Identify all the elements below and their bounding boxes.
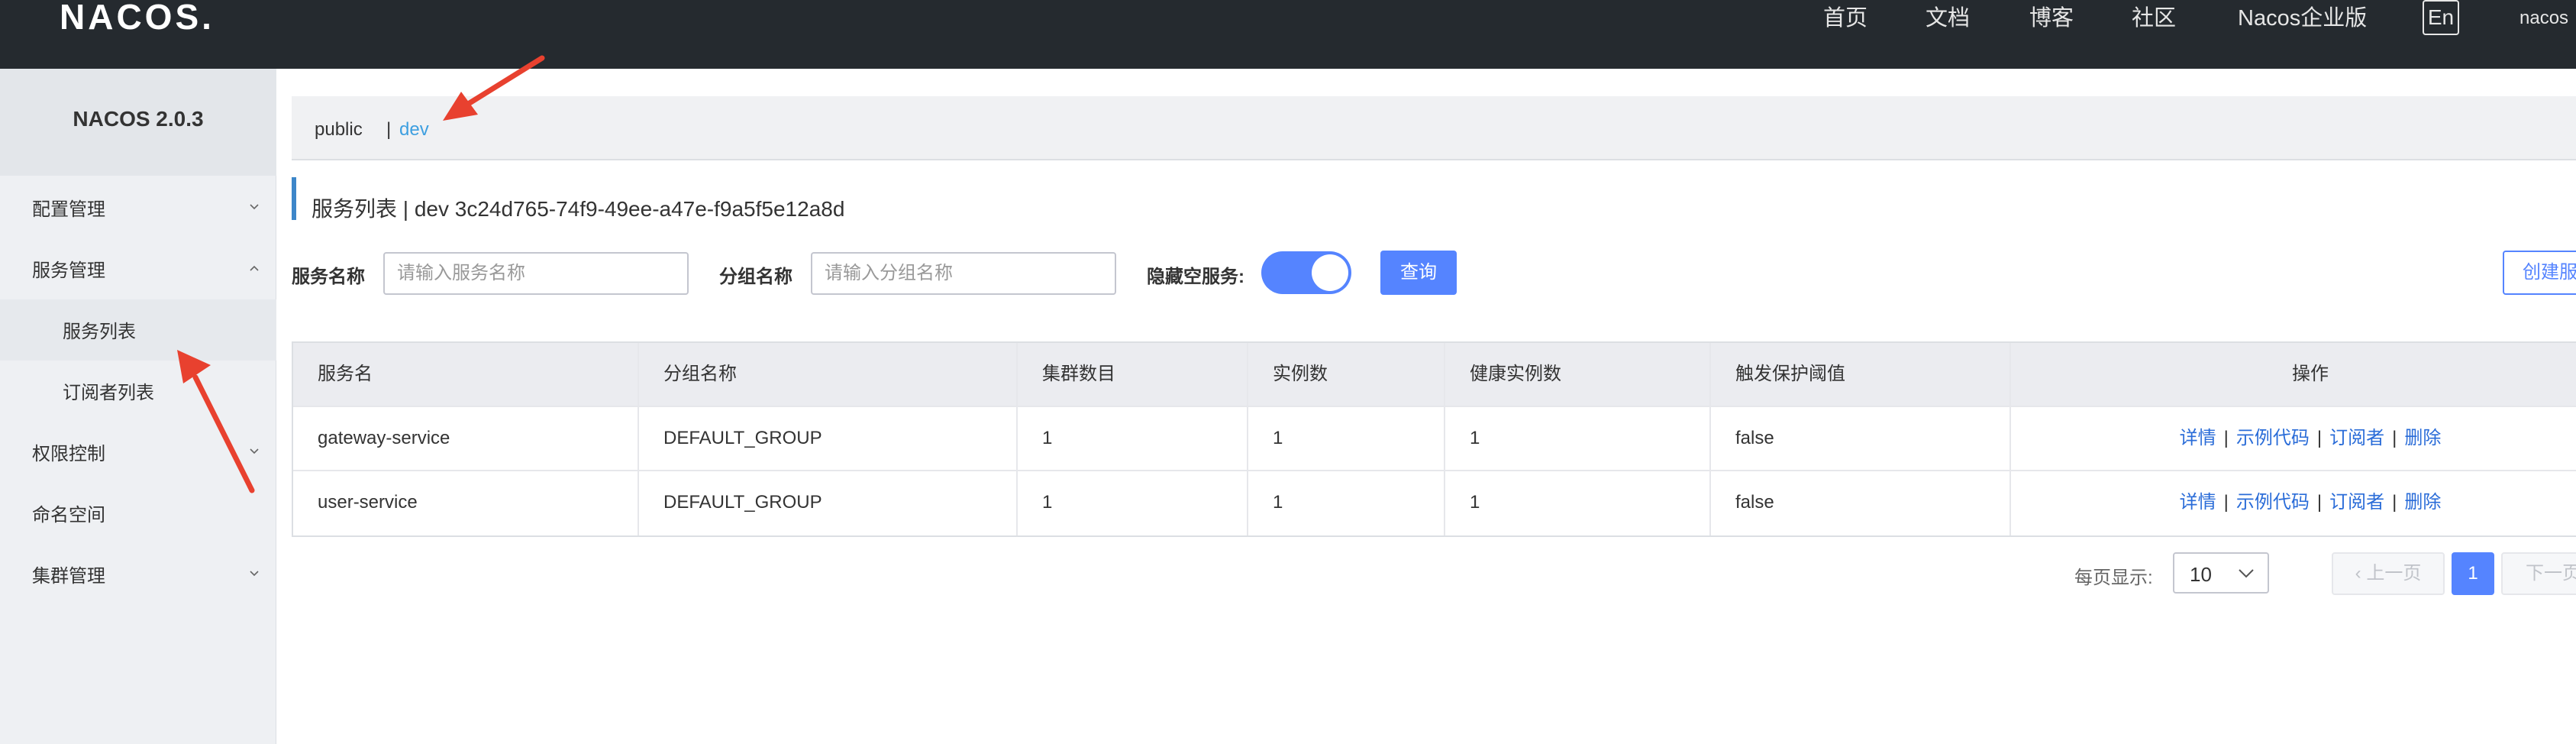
chevron-down-icon	[249, 446, 260, 457]
op-separator: |	[2316, 428, 2323, 448]
per-page-value: 10	[2190, 563, 2212, 586]
subscriber-link[interactable]: 订阅者	[2329, 492, 2384, 513]
top-navbar: NACOS. 首页 文档 博客 社区 Nacos企业版 En nacos	[0, 0, 2576, 69]
cell-service-name: user-service	[293, 471, 639, 535]
sidebar-item-subscriber-list[interactable]: 订阅者列表	[0, 361, 276, 422]
language-switch-button[interactable]: En	[2423, 0, 2459, 35]
group-name-input[interactable]	[811, 252, 1116, 295]
namespace-dev-link[interactable]: dev	[399, 119, 429, 141]
cell-operations: 详情 | 示例代码 | 订阅者 | 删除	[2011, 407, 2576, 470]
sidebar-item-label: 配置管理	[32, 199, 105, 220]
chevron-down-icon	[249, 202, 260, 212]
sidebar: NACOS 2.0.3 配置管理 服务管理 服务列表 订阅者列表 权限控制 命名…	[0, 69, 276, 744]
table-row: gateway-service DEFAULT_GROUP 1 1 1 fals…	[293, 407, 2576, 471]
namespace-separator: |	[386, 119, 392, 140]
cell-cluster-count: 1	[1018, 471, 1248, 535]
cell-group-name: DEFAULT_GROUP	[639, 471, 1018, 535]
page-title-bar: 服务列表 | dev 3c24d765-74f9-49ee-a47e-f9a5f…	[292, 177, 1361, 221]
sidebar-item-access-control[interactable]: 权限控制	[0, 422, 276, 483]
nav-community[interactable]: 社区	[2132, 3, 2176, 34]
group-name-label: 分组名称	[719, 267, 792, 287]
header-operations-cell: 操作	[2011, 343, 2576, 406]
nav-enterprise[interactable]: Nacos企业版	[2238, 3, 2367, 34]
nav-home[interactable]: 首页	[1823, 3, 1867, 34]
page-title: 服务列表 | dev 3c24d765-74f9-49ee-a47e-f9a5f…	[312, 197, 845, 221]
per-page-select[interactable]: 10	[2173, 552, 2269, 594]
chevron-up-icon	[249, 263, 260, 273]
header-instance-count: 实例数	[1248, 343, 1445, 406]
prev-page-button[interactable]: ‹ 上一页	[2332, 552, 2445, 595]
op-separator: |	[2392, 428, 2397, 448]
query-button[interactable]: 查询	[1380, 251, 1457, 295]
product-version: NACOS 2.0.3	[73, 107, 204, 131]
header-operations: 操作	[2292, 364, 2329, 384]
toggle-knob	[1312, 254, 1348, 291]
cell-instance-count: 1	[1248, 471, 1445, 535]
table-row: user-service DEFAULT_GROUP 1 1 1 false 详…	[293, 471, 2576, 535]
sidebar-item-config-management[interactable]: 配置管理	[0, 177, 276, 238]
sample-code-link[interactable]: 示例代码	[2236, 492, 2310, 513]
nacos-logo[interactable]: NACOS.	[60, 0, 215, 34]
detail-link[interactable]: 详情	[2180, 428, 2216, 448]
prev-page-label: 上一页	[2366, 563, 2422, 584]
sidebar-item-label: 集群管理	[32, 566, 105, 587]
chevron-left-icon: ‹	[2355, 563, 2367, 584]
hide-empty-services-toggle[interactable]	[1261, 251, 1351, 294]
page-number-1[interactable]: 1	[2452, 552, 2494, 595]
delete-link[interactable]: 删除	[2404, 428, 2441, 448]
nav-docs[interactable]: 文档	[1926, 3, 1970, 34]
hide-empty-services-label: 隐藏空服务:	[1147, 267, 1244, 287]
service-table: 服务名 分组名称 集群数目 实例数 健康实例数 触发保护阈值 操作 gatewa…	[292, 341, 2576, 537]
namespace-public-link[interactable]: public	[315, 119, 363, 141]
sidebar-item-service-management[interactable]: 服务管理	[0, 238, 276, 299]
cell-instance-count: 1	[1248, 407, 1445, 470]
per-page-label: 每页显示:	[2074, 568, 2153, 588]
cell-group-name: DEFAULT_GROUP	[639, 407, 1018, 470]
subscriber-link[interactable]: 订阅者	[2329, 428, 2384, 448]
operations-links: 详情 | 示例代码 | 订阅者 | 删除	[2011, 471, 2576, 534]
operations-links: 详情 | 示例代码 | 订阅者 | 删除	[2011, 407, 2576, 470]
sidebar-item-cluster-management[interactable]: 集群管理	[0, 544, 276, 605]
op-separator: |	[2223, 428, 2229, 448]
namespace-bar: public | dev	[292, 96, 2576, 160]
sidebar-item-label: 订阅者列表	[63, 383, 154, 403]
cell-protect-threshold: false	[1711, 471, 2011, 535]
op-separator: |	[2316, 492, 2323, 513]
sidebar-item-label: 服务管理	[32, 260, 105, 281]
header-protect-threshold: 触发保护阈值	[1711, 343, 2011, 406]
cell-healthy-instance-count: 1	[1445, 471, 1711, 535]
header-group-name: 分组名称	[639, 343, 1018, 406]
service-name-label: 服务名称	[292, 267, 365, 287]
nav-blog[interactable]: 博客	[2029, 3, 2074, 34]
cell-cluster-count: 1	[1018, 407, 1248, 470]
header-healthy-instance-count: 健康实例数	[1445, 343, 1711, 406]
sidebar-item-label: 权限控制	[32, 444, 105, 464]
cell-service-name: gateway-service	[293, 407, 639, 470]
header-cluster-count: 集群数目	[1018, 343, 1248, 406]
create-service-button[interactable]: 创建服务	[2503, 251, 2576, 295]
next-page-button[interactable]: 下一页	[2501, 552, 2576, 595]
sidebar-item-service-list[interactable]: 服务列表	[0, 299, 276, 361]
sidebar-header: NACOS 2.0.3	[0, 69, 276, 176]
cell-protect-threshold: false	[1711, 407, 2011, 470]
sidebar-item-label: 服务列表	[63, 322, 136, 342]
user-menu[interactable]: nacos	[2520, 8, 2568, 29]
chevron-down-icon	[249, 568, 260, 579]
service-name-input[interactable]	[383, 252, 689, 295]
chevron-down-icon	[2237, 566, 2255, 585]
sidebar-item-namespace[interactable]: 命名空间	[0, 483, 276, 544]
op-separator: |	[2392, 492, 2397, 513]
delete-link[interactable]: 删除	[2404, 492, 2441, 513]
op-separator: |	[2223, 492, 2229, 513]
cell-healthy-instance-count: 1	[1445, 407, 1711, 470]
table-header-row: 服务名 分组名称 集群数目 实例数 健康实例数 触发保护阈值 操作	[293, 343, 2576, 407]
sidebar-item-label: 命名空间	[32, 505, 105, 526]
cell-operations: 详情 | 示例代码 | 订阅者 | 删除	[2011, 471, 2576, 535]
header-service-name: 服务名	[293, 343, 639, 406]
detail-link[interactable]: 详情	[2180, 492, 2216, 513]
sample-code-link[interactable]: 示例代码	[2236, 428, 2310, 448]
